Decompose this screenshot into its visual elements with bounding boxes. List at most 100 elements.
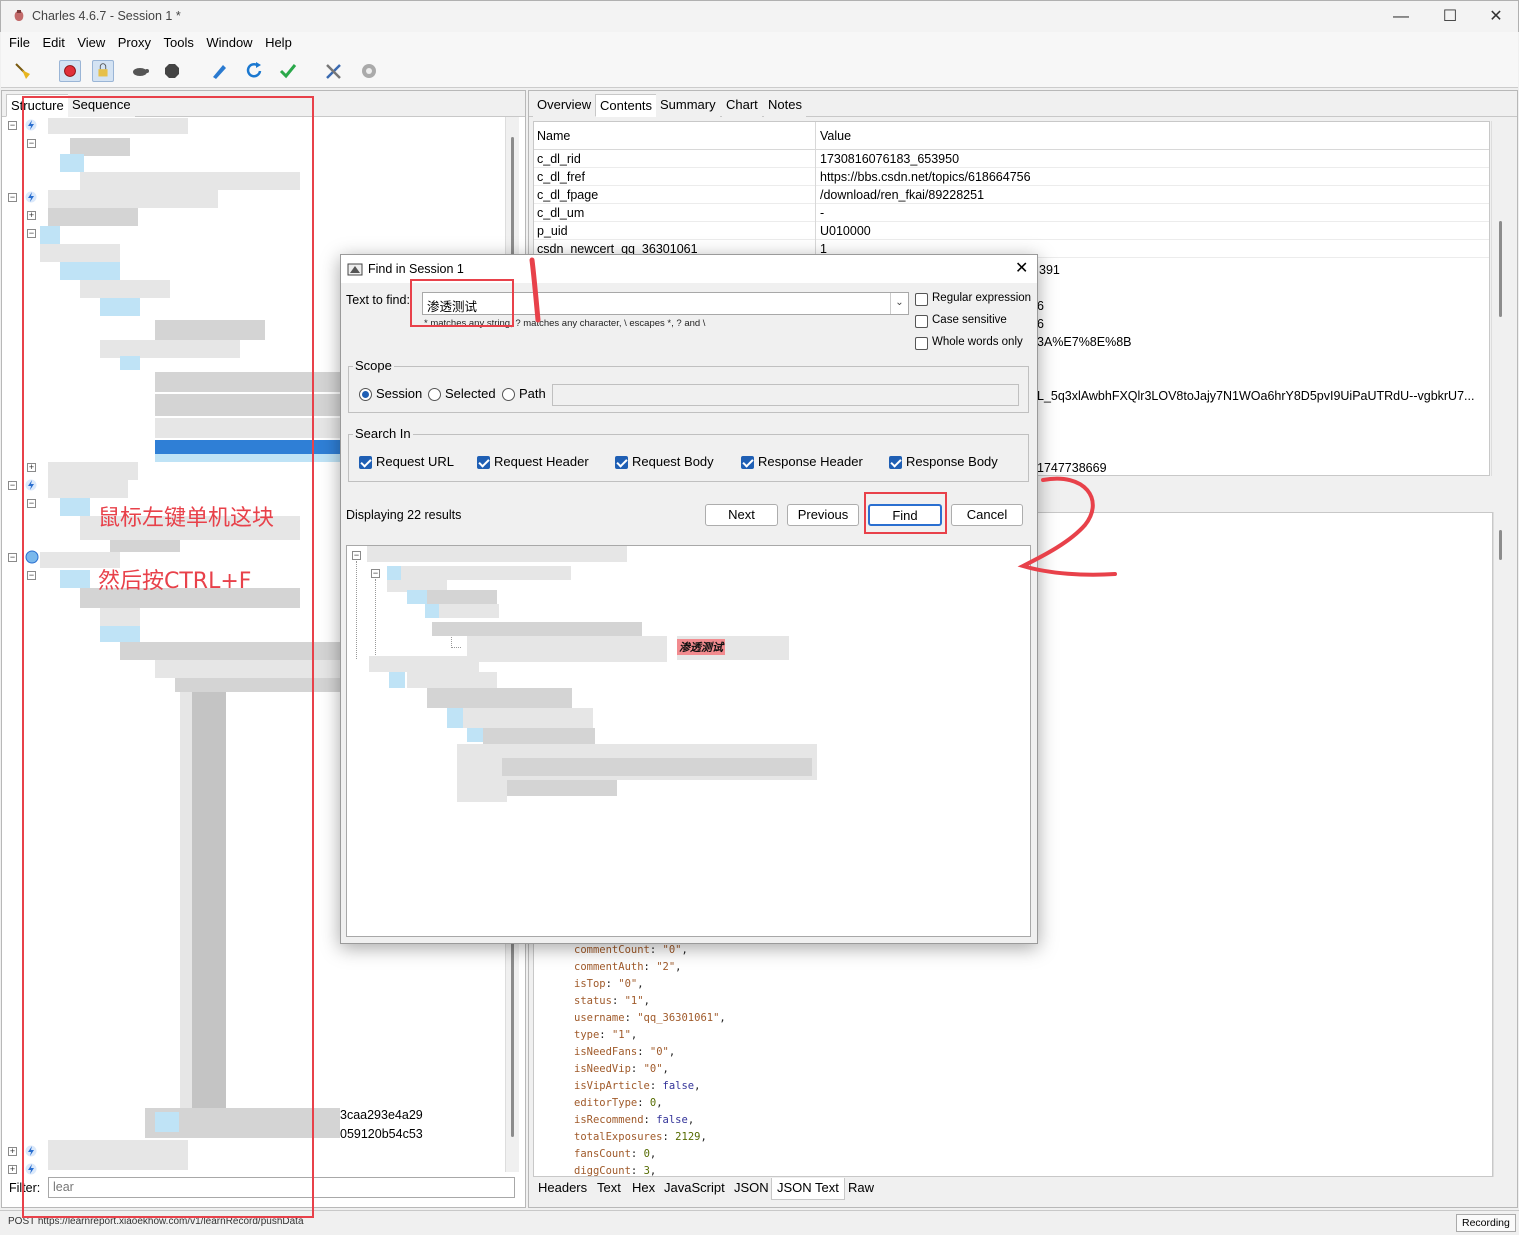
window-title: Charles 4.6.7 - Session 1 * bbox=[32, 9, 181, 23]
maximize-button[interactable]: ☐ bbox=[1433, 5, 1467, 29]
throttle-lock-icon[interactable] bbox=[92, 60, 114, 82]
annotation-highlight-box bbox=[22, 96, 314, 1218]
blurred-result-row bbox=[432, 622, 642, 636]
case-sensitive-checkbox[interactable] bbox=[915, 315, 928, 328]
json-line: editorType: 0, bbox=[574, 1097, 663, 1109]
tools-icon[interactable] bbox=[323, 60, 345, 82]
tree-expander[interactable]: − bbox=[352, 551, 361, 560]
blurred-result-row bbox=[401, 566, 571, 580]
refresh-icon[interactable] bbox=[243, 60, 265, 82]
annotation-find-button-box bbox=[864, 492, 947, 534]
menu-edit[interactable]: Edit bbox=[42, 32, 64, 54]
tab-headers[interactable]: Headers bbox=[538, 1180, 587, 1195]
json-line: commentAuth: "2", bbox=[574, 961, 682, 973]
tree-text-fragment: 059120b54c53 bbox=[340, 1127, 423, 1141]
json-line: diggCount: 3, bbox=[574, 1165, 657, 1177]
blurred-result-row bbox=[407, 590, 427, 604]
menu-file[interactable]: File bbox=[9, 32, 30, 54]
json-line: totalExposures: 2129, bbox=[574, 1131, 707, 1143]
tab-hex[interactable]: Hex bbox=[632, 1180, 655, 1195]
blurred-result-row bbox=[467, 728, 483, 742]
request-header-checkbox[interactable] bbox=[477, 456, 490, 469]
menu-help[interactable]: Help bbox=[265, 32, 292, 54]
scope-selected-radio[interactable] bbox=[428, 388, 441, 401]
tree-expander[interactable]: − bbox=[8, 193, 17, 202]
blurred-result-row bbox=[463, 708, 593, 728]
response-header-label: Response Header bbox=[758, 454, 863, 469]
tab-json[interactable]: JSON bbox=[734, 1180, 769, 1195]
tree-expander[interactable]: − bbox=[8, 553, 17, 562]
tab-chart[interactable]: Chart bbox=[722, 94, 762, 117]
blurred-result-row bbox=[439, 604, 499, 618]
next-button[interactable]: Next bbox=[705, 504, 778, 526]
json-line: fansCount: 0, bbox=[574, 1148, 657, 1160]
turtle-icon[interactable] bbox=[129, 60, 151, 82]
response-body-checkbox[interactable] bbox=[889, 456, 902, 469]
scope-path-radio[interactable] bbox=[502, 388, 515, 401]
results-count: Displaying 22 results bbox=[346, 508, 462, 522]
tree-expander[interactable]: − bbox=[371, 569, 380, 578]
search-match-highlight[interactable]: 渗透测试 bbox=[677, 639, 725, 655]
json-line: username: "qq_36301061", bbox=[574, 1012, 726, 1024]
scope-path-input[interactable] bbox=[552, 384, 1019, 406]
tab-raw[interactable]: Raw bbox=[848, 1180, 874, 1195]
partial-value: L_5q3xlAwbhFXQlr3LOV8toJajy7N1WOa6hrY8D5… bbox=[1037, 389, 1475, 403]
previous-button[interactable]: Previous bbox=[787, 504, 859, 526]
menu-proxy[interactable]: Proxy bbox=[118, 32, 151, 54]
charles-app-icon bbox=[14, 10, 24, 21]
recording-indicator[interactable]: Recording bbox=[1456, 1214, 1516, 1232]
menu-view[interactable]: View bbox=[77, 32, 105, 54]
table-row[interactable]: p_uid U010000 bbox=[534, 222, 1489, 240]
json-line: type: "1", bbox=[574, 1029, 638, 1041]
partial-value: 6 bbox=[1037, 317, 1044, 331]
table-row[interactable]: c_dl_fref https://bbs.csdn.net/topics/618… bbox=[534, 168, 1489, 186]
check-icon[interactable] bbox=[277, 60, 299, 82]
record-icon[interactable] bbox=[59, 60, 81, 82]
tree-expander[interactable]: − bbox=[8, 121, 17, 130]
json-line: isVipArticle: false, bbox=[574, 1080, 701, 1092]
response-header-checkbox[interactable] bbox=[741, 456, 754, 469]
cancel-button[interactable]: Cancel bbox=[951, 504, 1023, 526]
minimize-button[interactable]: — bbox=[1384, 5, 1418, 29]
tree-expander[interactable]: − bbox=[8, 481, 17, 490]
settings-gear-icon[interactable] bbox=[358, 60, 380, 82]
table-row[interactable]: c_dl_um - bbox=[534, 204, 1489, 222]
table-row[interactable]: c_dl_rid 1730816076183_653950 bbox=[534, 150, 1489, 168]
chevron-down-icon[interactable]: ⌄ bbox=[890, 293, 908, 314]
column-header-name[interactable]: Name bbox=[537, 129, 570, 143]
tab-text[interactable]: Text bbox=[597, 1180, 621, 1195]
scope-session-radio[interactable] bbox=[359, 388, 372, 401]
regex-label: Regular expression bbox=[932, 292, 1032, 304]
tree-expander[interactable]: + bbox=[8, 1147, 17, 1156]
blurred-result-row bbox=[447, 708, 463, 728]
whole-words-checkbox[interactable] bbox=[915, 337, 928, 350]
json-scrollbar[interactable] bbox=[1493, 512, 1507, 1177]
tab-javascript[interactable]: JavaScript bbox=[664, 1180, 725, 1195]
pen-icon[interactable] bbox=[208, 60, 230, 82]
menu-tools[interactable]: Tools bbox=[163, 32, 193, 54]
dialog-close-icon[interactable]: ✕ bbox=[1015, 258, 1028, 278]
case-sensitive-label: Case sensitive bbox=[932, 314, 1007, 326]
broom-icon[interactable] bbox=[12, 60, 34, 82]
tab-json-text[interactable]: JSON Text bbox=[771, 1178, 845, 1200]
tab-notes[interactable]: Notes bbox=[764, 94, 806, 117]
tab-contents[interactable]: Contents bbox=[595, 94, 658, 117]
request-body-checkbox[interactable] bbox=[615, 456, 628, 469]
tab-overview[interactable]: Overview bbox=[533, 94, 596, 117]
find-results-tree[interactable]: − − 渗透测试 bbox=[346, 545, 1031, 937]
table-scrollbar[interactable] bbox=[1491, 121, 1507, 476]
blurred-result-row bbox=[427, 590, 497, 604]
search-in-title: Search In bbox=[353, 426, 413, 441]
close-window-button[interactable]: ✕ bbox=[1479, 5, 1513, 29]
json-line: isNeedVip: "0", bbox=[574, 1063, 669, 1075]
tree-expander[interactable]: + bbox=[8, 1165, 17, 1174]
menu-window[interactable]: Window bbox=[206, 32, 252, 54]
stop-hexagon-icon[interactable] bbox=[161, 60, 183, 82]
regex-checkbox[interactable] bbox=[915, 293, 928, 306]
scope-title: Scope bbox=[353, 358, 394, 373]
request-url-checkbox[interactable] bbox=[359, 456, 372, 469]
blurred-result-row bbox=[389, 672, 405, 688]
table-row[interactable]: c_dl_fpage/download/ren_fkai/89228251 bbox=[534, 186, 1489, 204]
tab-summary[interactable]: Summary bbox=[656, 94, 720, 117]
column-header-value[interactable]: Value bbox=[820, 129, 851, 143]
